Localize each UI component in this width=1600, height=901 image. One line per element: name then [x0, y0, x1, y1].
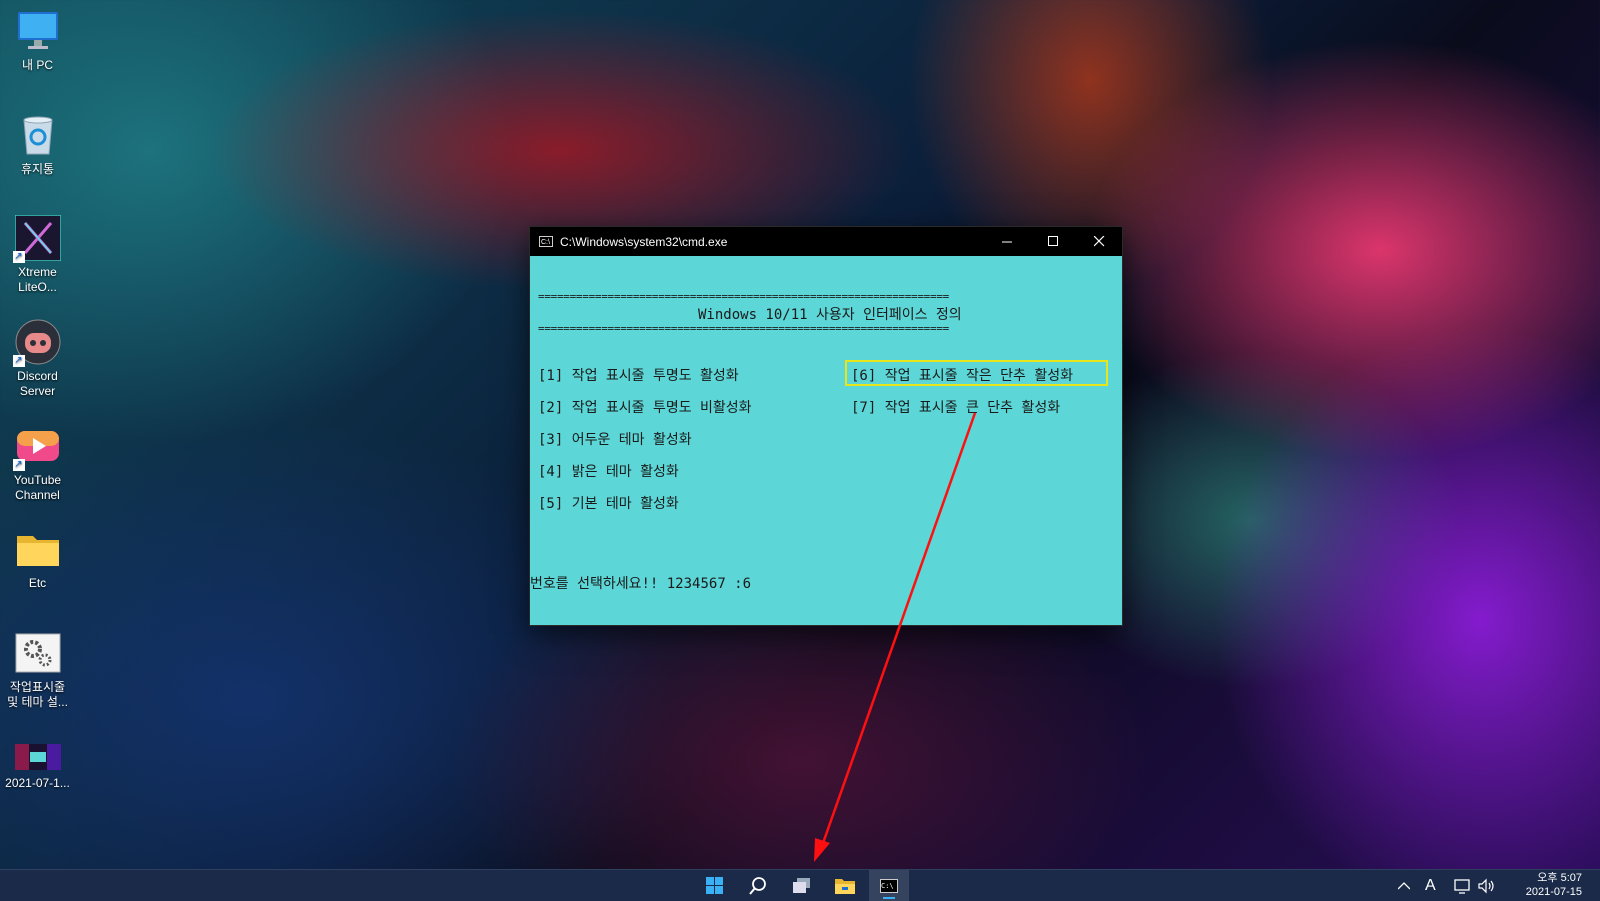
clock-time: 오후 5:07 [1537, 872, 1582, 884]
taskbar: C:\ A 오후 5:07 2021-07-15 [0, 869, 1600, 901]
cmd-icon: C:\ [880, 878, 898, 893]
clock[interactable]: 오후 5:07 2021-07-15 [1526, 871, 1582, 899]
volume-icon [1478, 878, 1494, 893]
search-icon [749, 876, 766, 895]
chevron-up-icon [1398, 881, 1410, 889]
volume-button[interactable] [1478, 870, 1496, 901]
active-indicator [883, 897, 895, 899]
annotation-arrow [814, 412, 977, 862]
start-button[interactable] [694, 870, 734, 901]
file-explorer-button[interactable] [825, 870, 865, 901]
file-explorer-icon [835, 879, 855, 894]
network-icon [1454, 878, 1470, 894]
network-button[interactable] [1454, 870, 1472, 901]
cmd-taskbar-button[interactable]: C:\ [869, 870, 909, 901]
task-view-icon [793, 877, 810, 893]
arrow-shaft [820, 412, 977, 847]
start-icon [705, 877, 723, 894]
clock-date: 2021-07-15 [1525, 886, 1582, 898]
search-button[interactable] [738, 870, 778, 901]
arrow-head [814, 838, 830, 862]
ime-indicator[interactable]: A [1425, 870, 1436, 901]
task-view-button[interactable] [782, 870, 822, 901]
tray-overflow-button[interactable] [1398, 870, 1410, 901]
